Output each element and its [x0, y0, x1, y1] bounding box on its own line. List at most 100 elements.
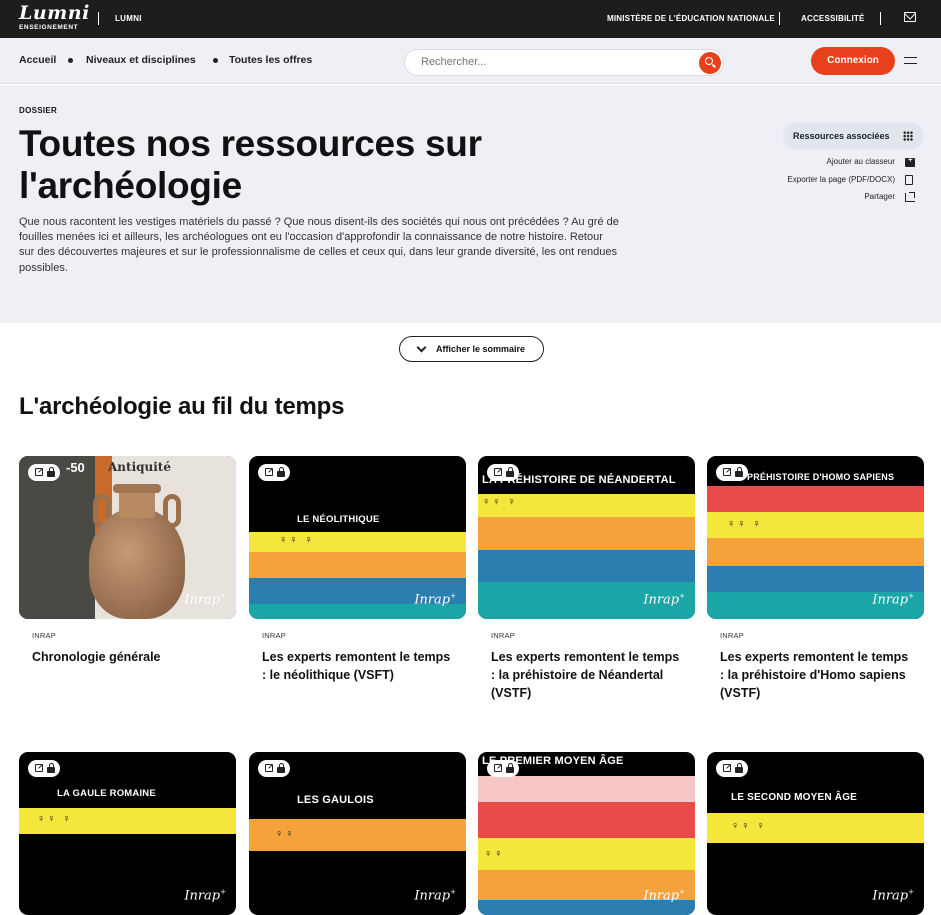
share-icon[interactable]	[905, 192, 915, 202]
access-badge	[258, 464, 290, 481]
card-source: INRAP	[491, 631, 515, 640]
color-band	[478, 802, 695, 838]
lock-icon	[506, 763, 514, 773]
resource-card[interactable]: LA GAULE ROMAINE ♀♀ ♀ Inrap+	[19, 752, 236, 915]
thumbnail-title: LE SECOND MOYEN ÂGE	[731, 792, 858, 803]
inrap-logo-text: Inrap	[872, 592, 909, 607]
inrap-logo: Inrap+	[643, 591, 685, 607]
inrap-logo: Inrap+	[872, 591, 914, 607]
inrap-logo: Inrap+	[643, 887, 685, 903]
chevron-down-icon	[416, 342, 427, 353]
external-link-icon	[723, 764, 731, 772]
related-resources-button[interactable]: Ressources associées	[783, 123, 924, 149]
divider	[98, 12, 99, 25]
card-thumbnail[interactable]: LE SECOND MOYEN ÂGE ♀♀ ♀ Inrap+	[707, 752, 924, 915]
color-band	[478, 517, 695, 550]
color-band	[707, 538, 924, 566]
access-badge	[28, 464, 60, 481]
logo-subtitle: ENSEIGNEMENT	[19, 24, 79, 31]
divider	[880, 12, 881, 25]
resource-card[interactable]: -50 Antiquité Inrap+ INRAP Chronologie g…	[19, 456, 236, 666]
search-icon	[705, 57, 713, 65]
search-box	[404, 49, 724, 76]
lock-icon	[277, 467, 285, 477]
nav-offers[interactable]: Toutes les offres	[229, 54, 312, 66]
menu-icon[interactable]	[904, 57, 917, 64]
thumbnail-title: LE NÉOLITHIQUE	[297, 514, 380, 525]
lumni-logo[interactable]: Lumni ENSEIGNEMENT	[19, 2, 90, 32]
resource-card[interactable]: LE NÉOLITHIQUE ♀♀ ♀ Inrap+ INRAP Les exp…	[249, 456, 466, 684]
access-badge	[716, 464, 748, 481]
divider	[779, 12, 780, 25]
color-band	[249, 552, 466, 578]
inrap-logo-text: Inrap	[872, 888, 909, 903]
section-title: L'archéologie au fil du temps	[19, 393, 345, 420]
resource-card[interactable]: LE SECOND MOYEN ÂGE ♀♀ ♀ Inrap+	[707, 752, 924, 915]
card-title[interactable]: Les experts remontent le temps : la préh…	[491, 648, 681, 702]
logo-wordmark: Lumni	[19, 2, 90, 24]
color-band	[707, 566, 924, 592]
amphora-image	[89, 508, 185, 619]
external-link-icon	[265, 764, 273, 772]
grid-icon	[903, 131, 913, 141]
inrap-logo: Inrap+	[184, 887, 226, 903]
document-icon[interactable]	[905, 175, 913, 185]
add-to-binder-link[interactable]: Ajouter au classeur	[827, 157, 895, 166]
thumbnail-title: LES GAULOIS	[297, 794, 374, 806]
folder-add-icon[interactable]	[905, 155, 915, 167]
lumni-link[interactable]: LUMNI	[115, 14, 142, 23]
lock-icon	[506, 467, 514, 477]
inrap-logo: Inrap+	[414, 887, 456, 903]
access-badge	[28, 760, 60, 777]
amphora-rim	[113, 484, 161, 493]
card-thumbnail[interactable]: -50 Antiquité Inrap+	[19, 456, 236, 619]
external-link-icon	[35, 468, 43, 476]
share-link[interactable]: Partager	[864, 192, 895, 201]
resource-card[interactable]: LES GAULOIS ♀♀ Inrap+	[249, 752, 466, 915]
external-link-icon	[35, 764, 43, 772]
lock-icon	[47, 763, 55, 773]
resource-card[interactable]: PRÉHISTOIRE D'HOMO SAPIENS ♀♀ ♀ Inrap+ I…	[707, 456, 924, 702]
inrap-logo: Inrap+	[184, 591, 226, 607]
top-bar: Lumni ENSEIGNEMENT LUMNI MINISTÈRE DE L'…	[0, 0, 941, 38]
inrap-logo-text: Inrap	[414, 592, 451, 607]
color-band	[478, 550, 695, 582]
related-resources-label: Ressources associées	[793, 131, 890, 141]
accessibility-link[interactable]: ACCESSIBILITÉ	[801, 14, 865, 23]
show-summary-button[interactable]: Afficher le sommaire	[399, 336, 544, 362]
access-badge	[487, 464, 519, 481]
search-button[interactable]	[699, 52, 721, 74]
resource-card[interactable]: LA PRÉHISTOIRE DE NÉANDERTAL ♀♀ ♀ Inrap+…	[478, 456, 695, 702]
card-source: INRAP	[32, 631, 56, 640]
lock-icon	[735, 467, 743, 477]
figures-decoration: ♀♀ ♀	[279, 534, 315, 546]
nav-separator	[68, 58, 73, 63]
card-thumbnail[interactable]: PRÉHISTOIRE D'HOMO SAPIENS ♀♀ ♀ Inrap+	[707, 456, 924, 619]
card-thumbnail[interactable]: LE NÉOLITHIQUE ♀♀ ♀ Inrap+	[249, 456, 466, 619]
external-link-icon	[494, 764, 502, 772]
nav-home[interactable]: Accueil	[19, 54, 56, 66]
external-link-icon	[265, 468, 273, 476]
figures-decoration: ♀♀ ♀	[37, 813, 73, 825]
login-button[interactable]: Connexion	[811, 47, 895, 75]
mail-icon[interactable]	[904, 12, 916, 22]
page-description: Que nous racontent les vestiges matériel…	[19, 216, 619, 274]
card-thumbnail[interactable]: LA PRÉHISTOIRE DE NÉANDERTAL ♀♀ ♀ Inrap+	[478, 456, 695, 619]
ministry-link[interactable]: MINISTÈRE DE L'ÉDUCATION NATIONALE	[607, 14, 775, 23]
card-title[interactable]: Les experts remontent le temps : le néol…	[262, 648, 452, 684]
inrap-logo-text: Inrap	[643, 592, 680, 607]
card-thumbnail[interactable]: LE PREMIER MOYEN ÂGE ♀♀ Inrap+	[478, 752, 695, 915]
inrap-logo-text: Inrap	[184, 592, 221, 607]
access-badge	[487, 760, 519, 777]
card-title[interactable]: Chronologie générale	[32, 648, 222, 666]
thumbnail-date: -50	[66, 460, 85, 475]
card-thumbnail[interactable]: LA GAULE ROMAINE ♀♀ ♀ Inrap+	[19, 752, 236, 915]
nav-levels[interactable]: Niveaux et disciplines	[86, 54, 196, 66]
card-thumbnail[interactable]: LES GAULOIS ♀♀ Inrap+	[249, 752, 466, 915]
card-title[interactable]: Les experts remontent le temps : la préh…	[720, 648, 910, 702]
thumbnail-period: Antiquité	[108, 460, 171, 474]
export-link[interactable]: Exporter la page (PDF/DOCX)	[787, 175, 895, 184]
search-input[interactable]	[421, 56, 691, 68]
dossier-header: DOSSIER Toutes nos ressources sur l'arch…	[0, 85, 941, 323]
resource-card[interactable]: LE PREMIER MOYEN ÂGE ♀♀ Inrap+	[478, 752, 695, 915]
